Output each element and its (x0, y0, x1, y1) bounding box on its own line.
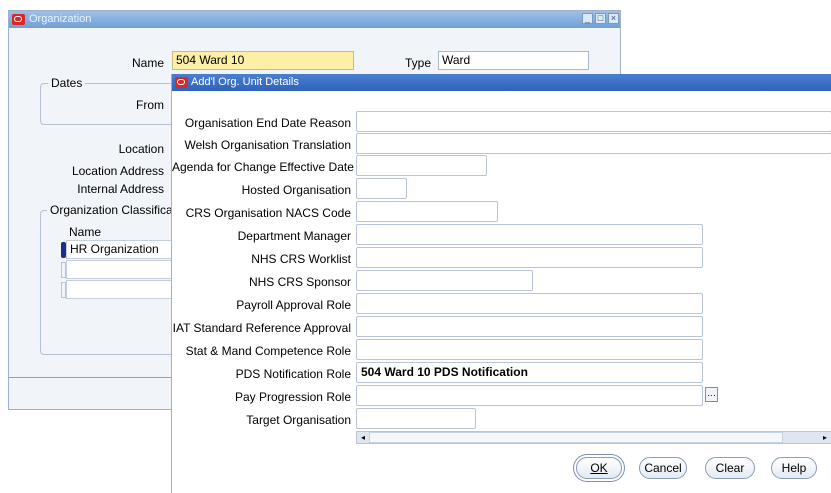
classification-row[interactable] (66, 260, 172, 279)
input-pay-progression[interactable] (356, 385, 703, 406)
label-crs-worklist: NHS CRS Worklist (251, 252, 351, 266)
label-crs-sponsor: NHS CRS Sponsor (248, 275, 351, 289)
maximize-icon[interactable]: □ (595, 13, 606, 24)
cancel-button-label: Cancel (644, 461, 682, 475)
oracle-logo-icon (12, 14, 25, 25)
column-header-name: Name (69, 225, 102, 239)
organization-titlebar[interactable]: Organization _ □ × (9, 11, 620, 28)
input-nacs-code[interactable] (356, 201, 498, 222)
ok-button-label: OK (590, 461, 608, 475)
clear-button[interactable]: Clear (705, 457, 755, 479)
addl-org-unit-details-dialog: Add'l Org. Unit Details Organisation End… (171, 74, 831, 493)
dialog-titlebar[interactable]: Add'l Org. Unit Details (172, 74, 831, 91)
dates-group: Dates (40, 76, 190, 125)
scroll-left-icon[interactable]: ◂ (358, 432, 368, 443)
label-stat-mand-role: Stat & Mand Competence Role (185, 344, 351, 358)
label-pay-progression: Pay Progression Role (234, 390, 351, 404)
scroll-right-icon[interactable]: ▸ (820, 432, 830, 443)
label-hosted-organisation: Hosted Organisation (241, 183, 351, 197)
dialog-title: Add'l Org. Unit Details (191, 76, 299, 88)
classification-row[interactable]: HR Organization (66, 240, 172, 259)
label-nacs-code: CRS Organisation NACS Code (185, 206, 351, 220)
internal-address-label: Internal Address (77, 182, 164, 196)
input-end-date-reason[interactable] (356, 111, 831, 132)
input-pds-notification[interactable]: 504 Ward 10 PDS Notification (356, 362, 703, 383)
label-target-organisation: Target Organisation (246, 413, 351, 427)
input-target-organisation[interactable] (356, 408, 476, 429)
window-title: Organization (29, 13, 92, 25)
close-icon[interactable]: × (608, 13, 619, 24)
clear-button-label: Clear (715, 461, 745, 475)
oracle-logo-icon (175, 77, 188, 88)
input-hosted-organisation[interactable] (356, 178, 407, 199)
horizontal-scrollbar[interactable]: ◂ ▸ (356, 431, 831, 444)
name-field[interactable]: 504 Ward 10 (172, 51, 354, 70)
input-stat-mand-role[interactable] (356, 339, 703, 360)
input-crs-sponsor[interactable] (356, 270, 533, 291)
label-welsh-translation: Welsh Organisation Translation (184, 138, 351, 152)
name-label: Name (131, 56, 164, 70)
classification-group-title: Organization Classificat (47, 203, 180, 217)
help-button-label: Help (781, 461, 807, 475)
input-payroll-approval[interactable] (356, 293, 703, 314)
input-iat-reference[interactable] (356, 316, 703, 337)
cancel-button[interactable]: Cancel (639, 457, 687, 479)
list-of-values-icon[interactable]: … (705, 387, 718, 402)
input-welsh-translation[interactable] (356, 133, 831, 154)
location-address-label: Location Address (71, 164, 164, 178)
help-button[interactable]: Help (771, 457, 817, 479)
dates-group-title: Dates (48, 76, 86, 90)
label-end-date-reason: Organisation End Date Reason (184, 116, 351, 130)
input-department-manager[interactable] (356, 224, 703, 245)
label-payroll-approval: Payroll Approval Role (236, 298, 351, 312)
label-department-manager: Department Manager (237, 229, 351, 243)
label-iat-reference: IAT Standard Reference Approval (172, 321, 351, 335)
from-label: From (136, 98, 164, 112)
classification-row[interactable] (66, 280, 172, 299)
type-field[interactable]: Ward (438, 51, 589, 70)
minimize-icon[interactable]: _ (582, 13, 593, 24)
input-crs-worklist[interactable] (356, 247, 703, 268)
input-agenda-change-date[interactable] (356, 155, 487, 176)
label-agenda-change-date: Agenda for Change Effective Date (172, 160, 354, 174)
location-label: Location (118, 142, 164, 156)
ok-button[interactable]: OK (576, 457, 622, 479)
type-label: Type (405, 56, 432, 70)
label-pds-notification: PDS Notification Role (235, 367, 351, 381)
scroll-thumb[interactable] (369, 432, 783, 443)
